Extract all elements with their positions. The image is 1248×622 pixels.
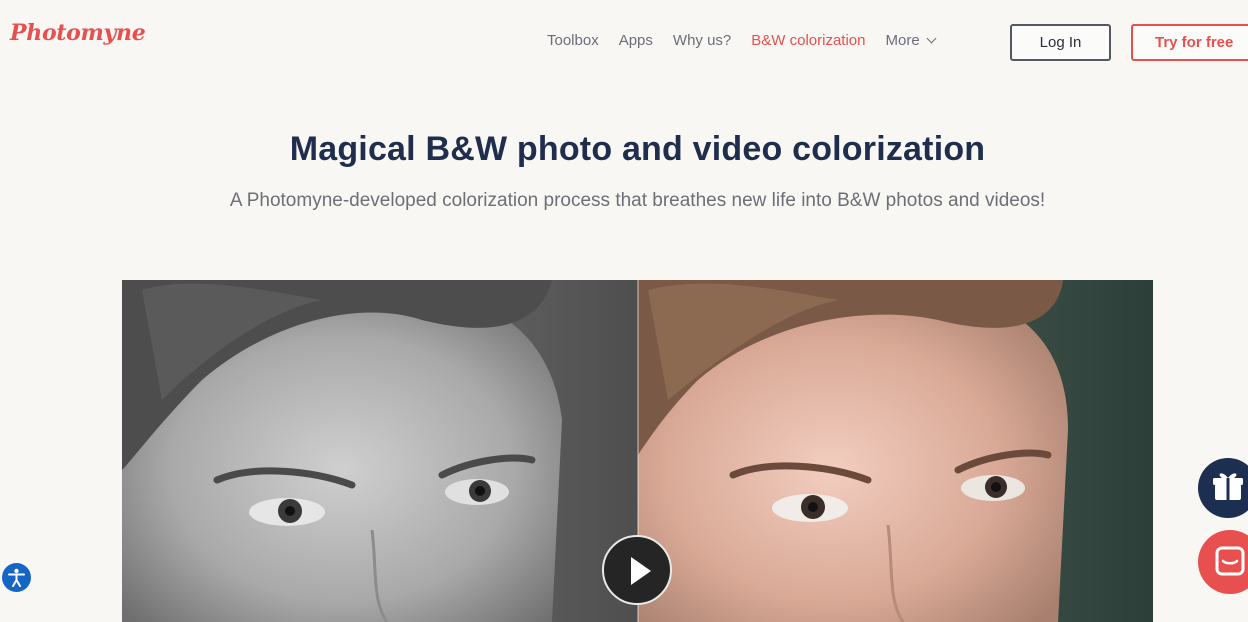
chat-bubble-graphic [1215, 546, 1245, 576]
page-title: Magical B&W photo and video colorization [289, 130, 986, 168]
photomyne-logo[interactable]: Photomyne [10, 20, 146, 46]
nav-why-us[interactable]: Why us? [673, 32, 731, 49]
chevron-down-icon [926, 33, 937, 44]
main-nav: Toolbox Apps Why us? B&W colorization Mo… [547, 32, 937, 49]
chat-icon[interactable] [1198, 530, 1248, 594]
page-subtitle: A Photomyne-developed colorization proce… [229, 190, 1046, 211]
bw-face-image [122, 280, 638, 622]
colorized-face-image [638, 280, 1153, 622]
accessibility-figure-icon [8, 568, 25, 587]
nav-toolbox[interactable]: Toolbox [547, 32, 599, 49]
nav-apps[interactable]: Apps [619, 32, 653, 49]
nav-more[interactable]: More [885, 32, 937, 49]
colorization-video[interactable] [122, 280, 1153, 622]
site-header: Photomyne Toolbox Apps Why us? B&W color… [0, 0, 1248, 84]
gift-box-icon[interactable] [1198, 458, 1248, 518]
nav-bw-colorization[interactable]: B&W colorization [751, 32, 865, 49]
gift-graphic [1213, 473, 1243, 500]
accessibility-icon[interactable] [2, 563, 31, 592]
try-for-free-button[interactable]: Try for free [1131, 24, 1248, 61]
bw-photo-half [122, 280, 638, 622]
play-icon[interactable] [602, 535, 672, 605]
colorized-photo-half [638, 280, 1153, 622]
nav-more-label: More [885, 32, 920, 49]
login-button[interactable]: Log In [1010, 24, 1111, 61]
